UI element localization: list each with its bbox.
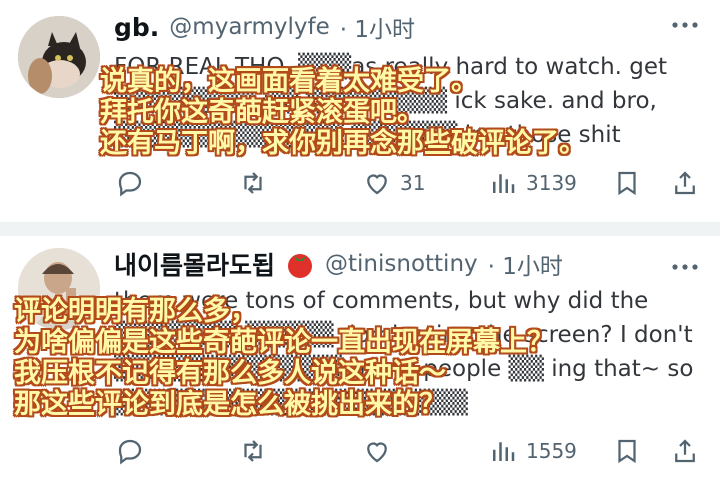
tweet-header: gb. @myarmylyfe · 1小时 <box>114 10 415 44</box>
share-icon <box>675 439 695 463</box>
tomato-emoji <box>285 250 315 278</box>
views-count: 1559 <box>526 439 577 463</box>
like-count: 31 <box>400 171 426 195</box>
translation-overlay: 评论明明有那么多， 为啥偏偏是这些奇葩评论一直出现在屏幕上？ 我压根不记得有那么… <box>14 296 554 420</box>
reply-icon <box>118 171 142 197</box>
retweet-icon <box>244 172 262 194</box>
avatar[interactable] <box>18 16 100 98</box>
more-icon[interactable] <box>672 14 698 33</box>
like-icon <box>367 442 387 463</box>
bookmark-button[interactable] <box>612 436 642 466</box>
reply-icon <box>118 439 142 465</box>
views-icon <box>493 442 515 461</box>
bookmark-icon <box>618 439 636 464</box>
views-button[interactable]: 1559 <box>488 436 577 466</box>
views-button[interactable]: 3139 <box>488 168 577 198</box>
views-icon <box>493 174 515 193</box>
tweet-2[interactable]: 내이름몰라도됩 @tinisnottiny · 1小时 there were t… <box>0 236 720 488</box>
action-bar: 31 3139 <box>0 168 720 204</box>
avatar-image <box>18 16 100 98</box>
retweet-icon <box>244 440 262 462</box>
display-name[interactable]: 내이름몰라도됩 <box>114 246 275 282</box>
tweet-header: 내이름몰라도됩 @tinisnottiny · 1小时 <box>114 246 563 282</box>
bookmark-button[interactable] <box>612 168 642 198</box>
tweet-1[interactable]: gb. @myarmylyfe · 1小时 FOR REAL THO. ▒▒▒a… <box>0 0 720 232</box>
like-icon <box>367 174 387 195</box>
share-button[interactable] <box>670 436 700 466</box>
like-button[interactable] <box>362 436 400 466</box>
share-icon <box>675 171 695 195</box>
like-button[interactable]: 31 <box>362 168 425 198</box>
views-count: 3139 <box>526 171 577 195</box>
user-handle[interactable]: @tinisnottiny <box>325 251 478 277</box>
display-name[interactable]: gb. <box>114 13 159 42</box>
tweet-divider <box>0 222 720 236</box>
retweet-button[interactable] <box>238 436 276 466</box>
timestamp[interactable]: · 1小时 <box>340 10 415 44</box>
timestamp[interactable]: · 1小时 <box>488 247 563 281</box>
retweet-button[interactable] <box>238 168 276 198</box>
reply-button[interactable] <box>115 436 153 466</box>
reply-button[interactable] <box>115 168 153 198</box>
share-button[interactable] <box>670 168 700 198</box>
bookmark-icon <box>618 171 636 196</box>
more-icon[interactable] <box>672 256 698 275</box>
translation-overlay: 说真的，这画面看着太难受了。 拜托你这奇葩赶紧滚蛋吧。 还有马丁啊，求你别再念那… <box>100 66 586 159</box>
user-handle[interactable]: @myarmylyfe <box>169 14 329 40</box>
action-bar: 1559 <box>0 436 720 472</box>
